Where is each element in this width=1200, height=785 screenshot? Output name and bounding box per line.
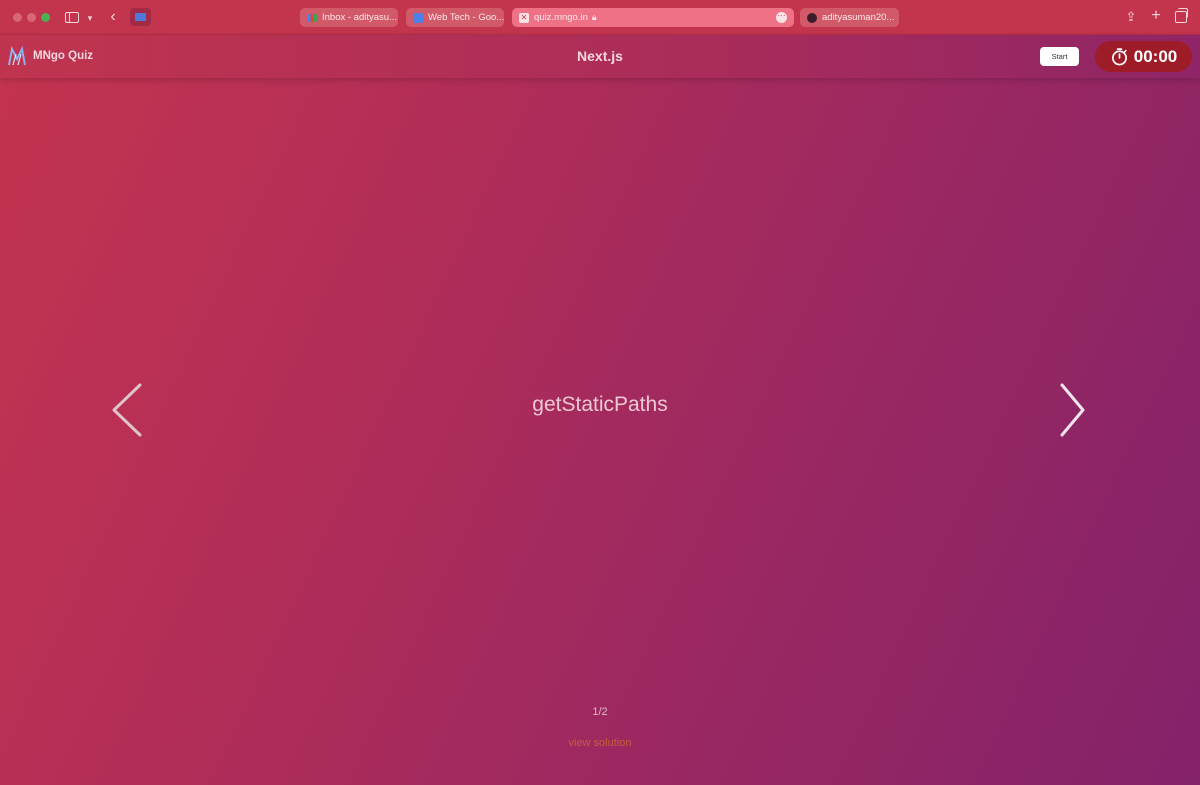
extension-icon[interactable]: [130, 8, 151, 26]
site-favicon-icon: ✕: [519, 12, 529, 23]
browser-tab-web-tech[interactable]: Web Tech - Goo...: [406, 8, 504, 27]
github-icon: [807, 12, 817, 23]
view-solution-link[interactable]: view solution: [0, 737, 1200, 749]
tab-label: Inbox - adityasu...: [322, 12, 397, 23]
window-minimize-button[interactable]: [27, 13, 36, 22]
browser-tab-github[interactable]: adityasuman20...: [800, 8, 899, 27]
docs-icon: [413, 12, 423, 23]
gmail-icon: [307, 13, 317, 22]
tab-label: Web Tech - Goo...: [428, 12, 504, 23]
browser-toolbar: ▾ ‹ Inbox - adityasu... Web Tech - Goo..…: [0, 0, 1200, 35]
app-header: MNgo Quiz Next.js Start 00:00: [0, 35, 1200, 78]
start-button[interactable]: Start: [1040, 47, 1079, 66]
lock-icon: 🔒︎: [591, 12, 597, 22]
timer-value: 00:00: [1133, 46, 1178, 66]
more-options-icon[interactable]: ···: [776, 12, 787, 23]
card-counter: 1/2: [592, 706, 608, 718]
flashcard-question: getStaticPaths: [532, 393, 668, 416]
back-arrow-icon[interactable]: ‹: [108, 8, 118, 25]
page-title: Next.js: [577, 48, 623, 64]
stopwatch-icon: [1111, 48, 1127, 66]
sidebar-toggle-icon[interactable]: [65, 12, 79, 23]
share-icon[interactable]: ⇪: [1125, 8, 1137, 25]
timer-display: 00:00: [1095, 41, 1192, 72]
address-bar-url[interactable]: quiz.mngo.in: [534, 12, 588, 23]
chevron-down-icon[interactable]: ▾: [86, 10, 94, 27]
previous-chevron-icon[interactable]: [111, 383, 143, 437]
tab-overview-icon[interactable]: [1175, 8, 1188, 23]
browser-tab-inbox[interactable]: Inbox - adityasu...: [300, 8, 398, 27]
new-tab-icon[interactable]: +: [1150, 7, 1162, 24]
next-chevron-icon[interactable]: [1059, 383, 1091, 437]
window-maximize-button[interactable]: [41, 13, 50, 22]
window-close-button[interactable]: [13, 13, 22, 22]
tab-label: adityasuman20...: [822, 12, 895, 23]
browser-tab-active-address[interactable]: ✕ quiz.mngo.in 🔒︎ ···: [512, 8, 794, 27]
